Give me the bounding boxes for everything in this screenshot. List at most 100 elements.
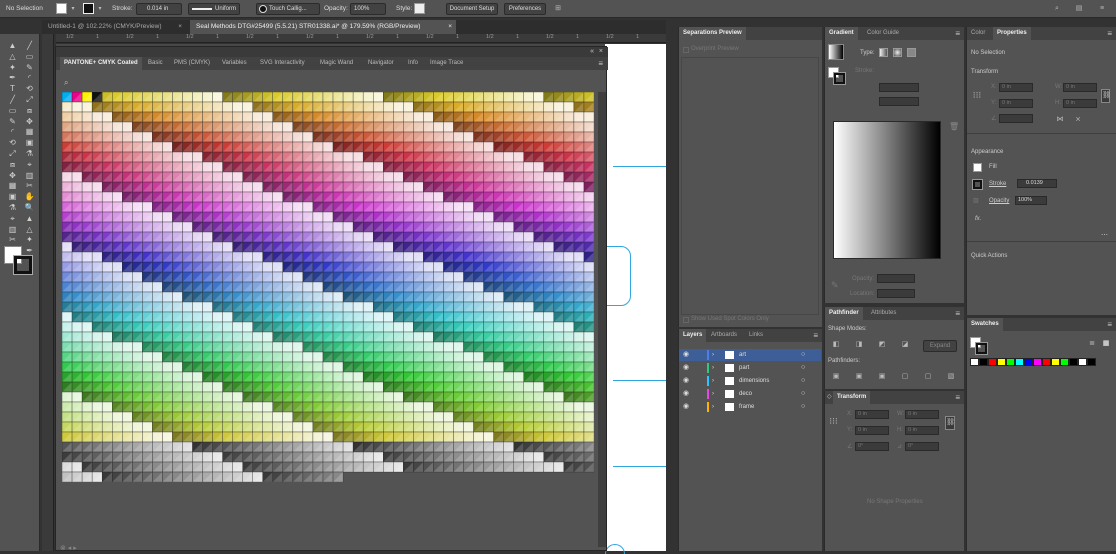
zoom-tool-icon[interactable]: 🔍 [24, 202, 35, 213]
flip-vertical-icon[interactable]: ⨯ [1073, 115, 1083, 124]
hand-tool-icon[interactable]: ✋ [24, 191, 35, 202]
checkbox[interactable] [683, 317, 689, 323]
tab-swatches[interactable]: Swatches [967, 318, 1003, 331]
scrollbar[interactable] [598, 92, 606, 547]
stroke-profile-dropdown[interactable]: Uniform [188, 3, 240, 15]
h-field[interactable]: 0 in [1063, 99, 1097, 108]
paintbrush-tool-icon[interactable]: ✎ [24, 62, 35, 73]
layer-row[interactable]: ◉ › art ○ [679, 349, 821, 361]
expand-icon[interactable]: › [712, 388, 714, 400]
direct-selection-tool-icon[interactable]: △ [7, 51, 18, 62]
list-view-icon[interactable]: ≣ [1087, 339, 1097, 348]
tab-gradient[interactable]: Gradient [825, 27, 858, 40]
search-icon[interactable]: ⌕ [64, 78, 68, 88]
document-setup-button[interactable]: Document Setup [446, 3, 498, 15]
direct-selection-tool-icon[interactable]: △ [24, 224, 35, 235]
grid-view-icon[interactable]: ▦ [1101, 339, 1111, 348]
stroke-color-icon[interactable] [13, 255, 33, 275]
eye-icon[interactable]: ◉ [683, 388, 689, 400]
freeform-gradient-icon[interactable] [907, 48, 916, 57]
swatch-grid[interactable] [62, 92, 594, 482]
rotate-tool-icon[interactable]: ⟲ [24, 83, 35, 94]
style-swatch[interactable] [414, 3, 425, 14]
aspect-field[interactable] [879, 97, 919, 106]
brush-dropdown[interactable]: Touch Callig... [256, 3, 320, 15]
tab-properties[interactable]: Properties [993, 27, 1031, 40]
crop-icon[interactable]: ▢ [900, 372, 910, 381]
stroke-weight-field[interactable]: 0.0139 [1017, 179, 1057, 188]
y-field[interactable]: 0 in [999, 99, 1033, 108]
rotate-field[interactable]: 0° [855, 442, 889, 451]
unite-icon[interactable]: ◧ [831, 340, 841, 349]
graph-tool-icon[interactable]: ▥ [7, 224, 18, 235]
slice-tool-icon[interactable]: ✂ [7, 234, 18, 245]
graph-tool-icon[interactable]: ▥ [24, 170, 35, 181]
target-icon[interactable]: ○ [801, 388, 805, 400]
x-field[interactable]: 0 in [999, 83, 1033, 92]
opacity-label[interactable]: Opacity [989, 198, 1009, 204]
layer-name[interactable]: dimensions [739, 375, 769, 387]
more-options-icon[interactable]: ⋯ [1101, 231, 1108, 239]
swatch[interactable] [997, 358, 1006, 366]
stroke-swatch[interactable] [83, 3, 94, 14]
tab-image-trace[interactable]: Image Trace [430, 57, 463, 70]
shear-field[interactable]: 0° [905, 442, 939, 451]
type-tool-icon[interactable]: T [7, 83, 18, 94]
search-icon[interactable]: ⌕ [1052, 4, 1062, 13]
tab-pathfinder[interactable]: Pathfinder [825, 307, 863, 320]
intersect-icon[interactable]: ◩ [877, 340, 887, 349]
mesh-tool-icon[interactable]: ▣ [7, 191, 18, 202]
panel-menu-icon[interactable]: ≡ [955, 391, 960, 404]
swatch[interactable] [1051, 358, 1060, 366]
expand-icon[interactable]: › [712, 349, 714, 361]
paintbrush-tool-icon[interactable]: ✎ [7, 116, 18, 127]
expand-button[interactable]: Expand [923, 340, 957, 352]
eye-icon[interactable]: ◉ [683, 401, 689, 413]
tab-seal-methods[interactable]: Seal Methods DTG#25499 (5.5.21) STR01338… [190, 20, 456, 34]
trash-icon[interactable]: 🗑 [949, 122, 959, 131]
checkbox[interactable] [683, 47, 689, 53]
gradient-tool-icon[interactable]: ⚗ [7, 202, 18, 213]
minus-front-icon[interactable]: ◨ [854, 340, 864, 349]
slice-tool-icon[interactable]: ✂ [24, 180, 35, 191]
swatch[interactable] [1078, 358, 1087, 366]
panel-menu-icon[interactable]: ≡ [955, 27, 960, 40]
panel-menu-icon[interactable]: ≡ [955, 307, 960, 320]
shape-builder-tool-icon[interactable]: ▦ [24, 126, 35, 137]
chevron-down-icon[interactable]: ▾ [69, 5, 77, 14]
eyedropper-tool-icon[interactable]: ⌖ [7, 213, 18, 224]
pen-tool-icon[interactable]: ✒ [24, 245, 35, 256]
close-icon[interactable]: × [178, 20, 182, 34]
tab-artboards[interactable]: Artboards [707, 329, 741, 342]
opacity-field[interactable]: 100% [350, 3, 386, 15]
tab-magic-wand[interactable]: Magic Wand [320, 57, 353, 70]
free-transform-tool-icon[interactable]: ✥ [7, 170, 18, 181]
target-icon[interactable]: ○ [801, 349, 805, 361]
layer-row[interactable]: ◉ › frame ○ [679, 401, 821, 413]
pen-tool-icon[interactable]: ✒ [7, 72, 18, 83]
reference-point-icon[interactable]: ⁝⁝⁝ [828, 417, 839, 426]
panel-menu-icon[interactable]: ≡ [1107, 27, 1112, 40]
layer-row[interactable]: ◉ › deco ○ [679, 388, 821, 400]
target-icon[interactable]: ○ [801, 401, 805, 413]
arrange-icon[interactable]: ⊞ [552, 4, 564, 13]
stroke-label[interactable]: Stroke [989, 181, 1006, 187]
tab-links[interactable]: Links [745, 329, 767, 342]
stroke-weight-field[interactable]: 0.014 in [136, 3, 182, 15]
collapse-icon[interactable]: « [590, 47, 594, 56]
close-icon[interactable]: × [599, 47, 603, 56]
swatch[interactable] [1060, 358, 1069, 366]
swatch[interactable] [1087, 358, 1096, 366]
link-icon[interactable]: ⛓ [945, 416, 955, 430]
stroke-swatch[interactable] [975, 342, 988, 355]
mesh-tool-icon[interactable]: ▣ [24, 137, 35, 148]
y-field[interactable]: 0 in [855, 426, 889, 435]
panel-menu-icon[interactable]: ≡ [813, 329, 818, 342]
preferences-button[interactable]: Preferences [504, 3, 546, 15]
tab-layers[interactable]: Layers [679, 329, 707, 342]
link-icon[interactable]: ⛓ [1101, 89, 1111, 103]
eye-icon[interactable]: ◉ [683, 375, 689, 387]
target-icon[interactable]: ○ [801, 375, 805, 387]
layer-name[interactable]: deco [739, 388, 752, 400]
layer-name[interactable]: art [739, 349, 746, 361]
